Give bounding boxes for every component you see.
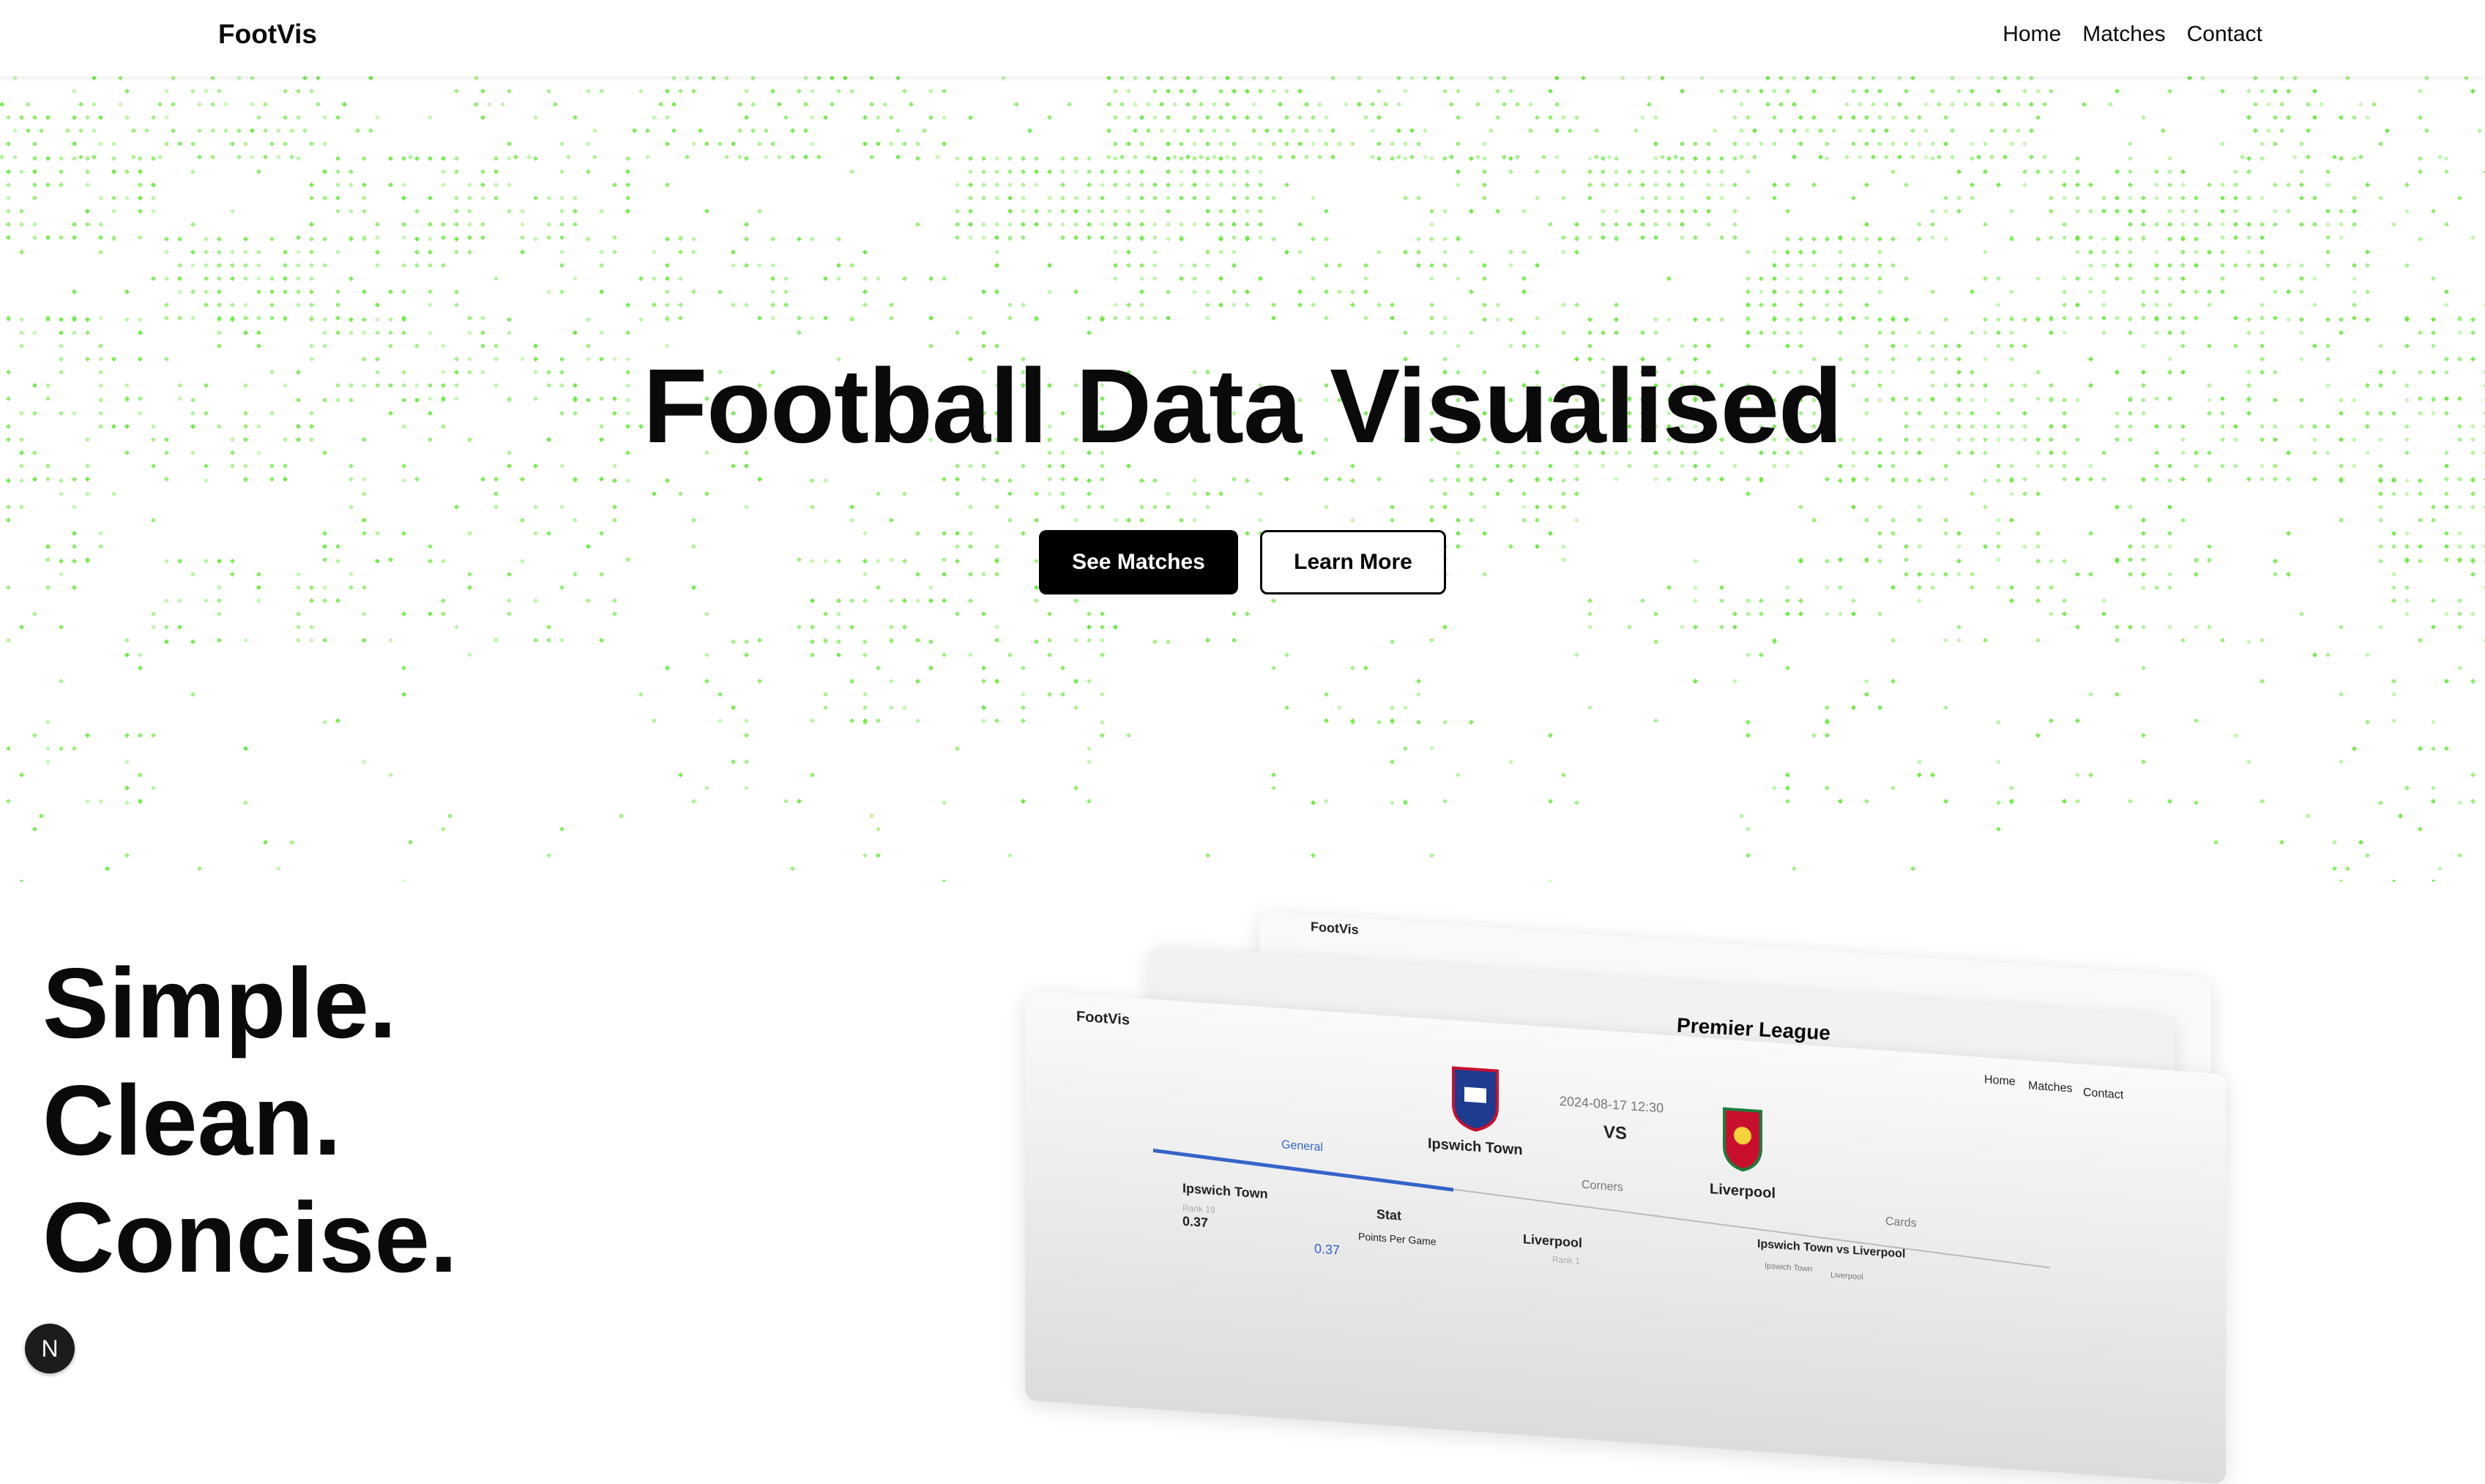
- preview-away-rank: Rank 1: [1552, 1254, 1581, 1267]
- preview-tab-cards: Cards: [1885, 1215, 1917, 1230]
- tagline-clean: Clean.: [42, 1064, 342, 1176]
- brand-logo[interactable]: FootVis: [218, 19, 317, 50]
- preview-tab-corners: Corners: [1581, 1178, 1623, 1194]
- tagline: Simple. Clean. Concise.: [42, 944, 458, 1296]
- nav-link-matches[interactable]: Matches: [2082, 22, 2165, 47]
- preview-brand-top: FootVis: [1311, 919, 1359, 938]
- see-matches-button[interactable]: See Matches: [1039, 530, 1238, 594]
- preview-away-team: Liverpool: [1710, 1181, 1776, 1202]
- nextjs-dev-badge[interactable]: N: [25, 1324, 75, 1373]
- preview-brand: FootVis: [1076, 1008, 1130, 1029]
- tagline-concise: Concise.: [42, 1182, 458, 1293]
- preview-legend-home: Ipswich Town: [1765, 1261, 1813, 1274]
- nav-links: Home Matches Contact: [2002, 22, 2262, 47]
- hero-section: Football Data Visualised See Matches Lea…: [0, 76, 2485, 881]
- learn-more-button[interactable]: Learn More: [1260, 530, 1446, 594]
- preview-bar-value: 0.37: [1314, 1241, 1341, 1258]
- preview-stat-away-team: Liverpool: [1523, 1231, 1583, 1250]
- preview-comparison-title: Ipswich Town vs Liverpool: [1757, 1237, 1906, 1261]
- preview-stat-row: Points Per Game: [1358, 1230, 1437, 1248]
- preview-datetime: 2024-08-17 12:30: [1560, 1093, 1664, 1116]
- preview-tab-general: General: [1281, 1138, 1323, 1155]
- app-preview-screenshots: FootVis Premier League FootVis Home Matc…: [1025, 911, 2233, 1484]
- preview-legend-away: Liverpool: [1830, 1270, 1863, 1282]
- preview-home-team: Ipswich Town: [1428, 1136, 1523, 1159]
- preview-vs: VS: [1603, 1122, 1628, 1144]
- liverpool-crest-icon: [1717, 1101, 1768, 1174]
- dot-pattern-background: [0, 76, 2485, 881]
- preview-nav-home: Home: [1984, 1073, 2016, 1089]
- preview-home-value: 0.37: [1182, 1213, 1209, 1231]
- hero-title: Football Data Visualised: [643, 347, 1843, 465]
- hero-buttons: See Matches Learn More: [0, 530, 2485, 594]
- nav-link-contact[interactable]: Contact: [2187, 22, 2262, 47]
- preview-stat-home-team: Ipswich Town: [1182, 1180, 1268, 1201]
- preview-nav-matches: Matches: [2028, 1079, 2073, 1095]
- preview-card-front: FootVis Home Matches Contact Ipswich Tow…: [1025, 990, 2226, 1484]
- preview-stat-header: Stat: [1376, 1207, 1402, 1223]
- ipswich-crest-icon: [1450, 1064, 1501, 1133]
- preview-nav-contact: Contact: [2083, 1086, 2124, 1102]
- tagline-simple: Simple.: [42, 947, 397, 1059]
- nav-link-home[interactable]: Home: [2002, 22, 2061, 47]
- top-navbar: FootVis Home Matches Contact: [0, 0, 2485, 76]
